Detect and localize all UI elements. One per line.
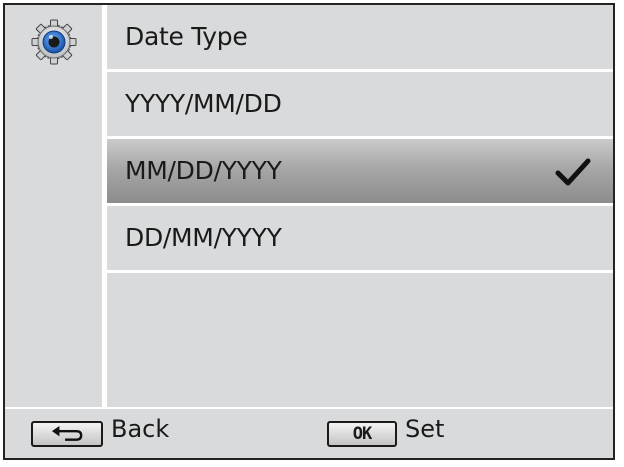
option-label: DD/MM/YYYY (125, 223, 282, 252)
footer-bar: Back OK Set (5, 407, 613, 458)
set-label: Set (405, 415, 445, 443)
back-button[interactable] (31, 421, 103, 447)
back-label: Back (111, 415, 170, 443)
checkmark-icon (555, 158, 591, 186)
ok-button[interactable]: OK (327, 421, 397, 447)
option-label: MM/DD/YYYY (125, 156, 282, 185)
option-label: YYYY/MM/DD (125, 89, 282, 118)
option-dd-mm-yyyy[interactable]: DD/MM/YYYY (107, 206, 613, 273)
menu-title-row: Date Type (107, 5, 613, 72)
option-mm-dd-yyyy[interactable]: MM/DD/YYYY (107, 139, 613, 206)
date-type-screen: Date Type YYYY/MM/DD MM/DD/YYYY DD/MM/YY… (3, 3, 615, 460)
date-type-menu: Date Type YYYY/MM/DD MM/DD/YYYY DD/MM/YY… (107, 5, 613, 273)
ok-key-label: OK (352, 424, 372, 444)
settings-gear-icon (31, 19, 77, 65)
menu-title: Date Type (125, 22, 248, 51)
option-yyyy-mm-dd[interactable]: YYYY/MM/DD (107, 72, 613, 139)
return-arrow-icon (51, 425, 83, 441)
sidebar (5, 5, 102, 407)
